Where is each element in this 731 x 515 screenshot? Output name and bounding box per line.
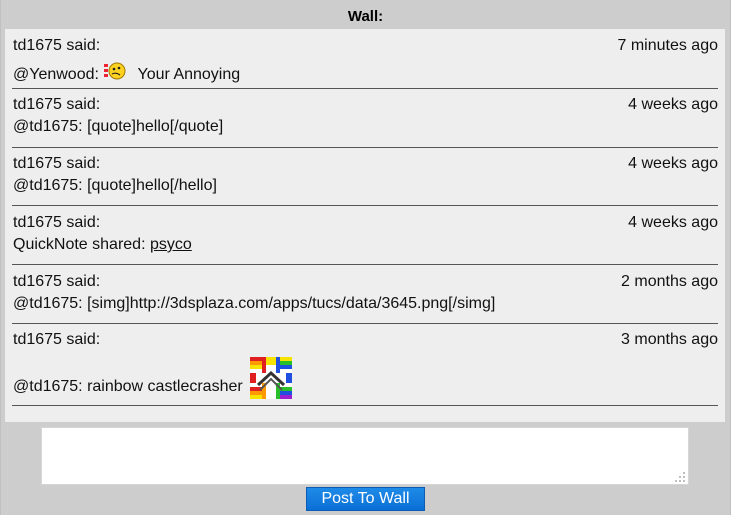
post-link[interactable]: psyco — [150, 236, 192, 253]
wall-panel: Wall: td1675 said: 7 minutes ago @Yenwoo… — [0, 0, 731, 515]
post-author: td1675 said: — [13, 37, 101, 54]
wall-post: td1675 said: 4 weeks ago @td1675: [quote… — [12, 88, 718, 148]
post-body: @td1675: rainbow castlecrasher — [13, 357, 293, 399]
post-mention: @Yenwood: — [13, 66, 99, 83]
wall-post: td1675 said: 4 weeks ago @td1675: [quote… — [12, 147, 718, 206]
post-timestamp: 7 minutes ago — [617, 37, 718, 54]
post-body: QuickNote shared: psyco — [13, 236, 192, 254]
wall-post: td1675 said: 7 minutes ago @Yenwood: You — [12, 29, 718, 89]
post-text: @td1675: rainbow castlecrasher — [13, 378, 243, 395]
wall-message-input[interactable] — [41, 427, 689, 485]
annoyed-smiley-icon — [103, 61, 127, 81]
post-timestamp: 4 weeks ago — [628, 214, 718, 231]
resize-grip-icon[interactable] — [674, 470, 686, 482]
wall-post: td1675 said: 2 months ago @td1675: [simg… — [12, 265, 718, 324]
wall-title: Wall: — [347, 8, 384, 25]
wall-post: td1675 said: 3 months ago @td1675: rainb… — [12, 323, 718, 406]
wall-posts: td1675 said: 7 minutes ago @Yenwood: You — [5, 29, 725, 422]
post-text: @td1675: [simg]http://3dsplaza.com/apps/… — [13, 295, 496, 312]
post-body: @Yenwood: Your Annoying — [13, 61, 240, 84]
post-timestamp: 3 months ago — [621, 331, 718, 348]
post-timestamp: 4 weeks ago — [628, 96, 718, 113]
post-timestamp: 2 months ago — [621, 273, 718, 290]
post-text: QuickNote shared: — [13, 236, 146, 253]
post-to-wall-button[interactable]: Post To Wall — [306, 487, 425, 511]
post-author: td1675 said: — [13, 331, 101, 348]
post-author: td1675 said: — [13, 155, 101, 172]
post-author: td1675 said: — [13, 273, 101, 290]
post-author: td1675 said: — [13, 96, 101, 113]
post-text: Your Annoying — [137, 66, 241, 83]
rainbow-castlecrasher-image — [250, 357, 293, 399]
post-timestamp: 4 weeks ago — [628, 155, 718, 172]
post-text: @td1675: [quote]hello[/hello] — [13, 177, 217, 194]
post-author: td1675 said: — [13, 214, 101, 231]
post-text: @td1675: [quote]hello[/quote] — [13, 118, 224, 135]
wall-post: td1675 said: 4 weeks ago QuickNote share… — [12, 206, 718, 265]
